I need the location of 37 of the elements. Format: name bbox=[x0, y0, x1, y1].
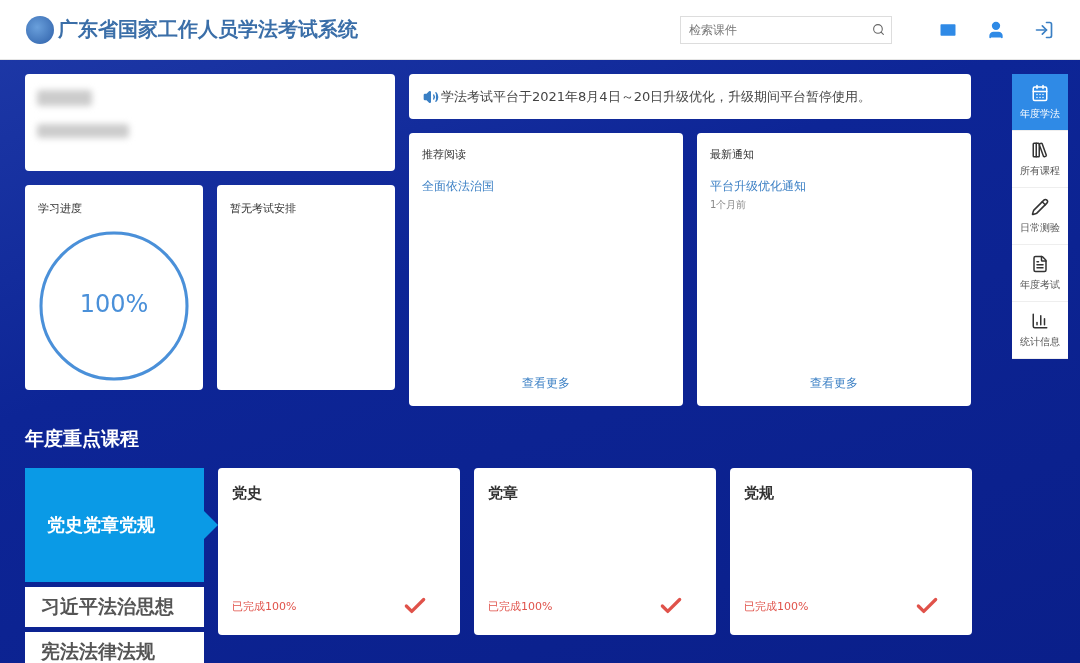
course-category-tab[interactable]: 习近平法治思想 bbox=[25, 587, 204, 627]
course-card[interactable]: 党章 已完成100% bbox=[474, 468, 716, 635]
book-stack-icon bbox=[1031, 140, 1049, 159]
course-card[interactable]: 党规 已完成100% bbox=[730, 468, 972, 635]
progress-reading: 100% bbox=[78, 290, 150, 318]
post-time: 1个月前 bbox=[710, 198, 748, 212]
site-title: 广东省国家工作人员学法考试系统 bbox=[58, 16, 359, 43]
completion-status: 已完成100% bbox=[488, 598, 553, 614]
logout-icon[interactable] bbox=[1034, 19, 1054, 40]
card-title: 最新通知 bbox=[710, 147, 755, 162]
document-icon bbox=[1031, 254, 1049, 273]
search-icon[interactable] bbox=[872, 22, 885, 36]
card-title: 暂无考试安排 bbox=[230, 201, 297, 216]
more-link[interactable]: 查看更多 bbox=[810, 375, 858, 392]
user-icon[interactable] bbox=[986, 19, 1006, 40]
article-link[interactable]: 平台升级优化通知 bbox=[710, 178, 806, 195]
completion-status: 已完成100% bbox=[744, 598, 809, 614]
course-title: 党史 bbox=[232, 484, 262, 503]
pencil-icon bbox=[1031, 197, 1049, 216]
article-link[interactable]: 全面依法治国 bbox=[422, 178, 494, 195]
side-nav-item[interactable]: 年度学法 bbox=[1012, 74, 1068, 131]
course-category-tab[interactable]: 宪法法律法规 bbox=[25, 632, 204, 663]
blurred-name bbox=[37, 90, 92, 106]
section-title: 年度重点课程 bbox=[25, 426, 140, 451]
calendar-icon bbox=[1031, 83, 1049, 102]
notice-text: 学法考试平台于2021年8月4日～20日升级优化，升级期间平台暂停使用。 bbox=[441, 87, 872, 106]
card-title: 推荐阅读 bbox=[422, 147, 467, 162]
logo-icon bbox=[26, 15, 54, 44]
search-field[interactable]: 检索课件 bbox=[680, 15, 892, 44]
bar-chart-icon bbox=[1031, 311, 1049, 330]
completion-status: 已完成100% bbox=[232, 598, 297, 614]
more-link[interactable]: 查看更多 bbox=[522, 375, 570, 392]
course-title: 党规 bbox=[744, 484, 774, 503]
course-title: 党章 bbox=[488, 484, 518, 503]
course-card[interactable]: 党史 已完成100% bbox=[218, 468, 460, 635]
card-title: 学习进度 bbox=[38, 201, 83, 216]
speaker-icon bbox=[423, 88, 439, 105]
